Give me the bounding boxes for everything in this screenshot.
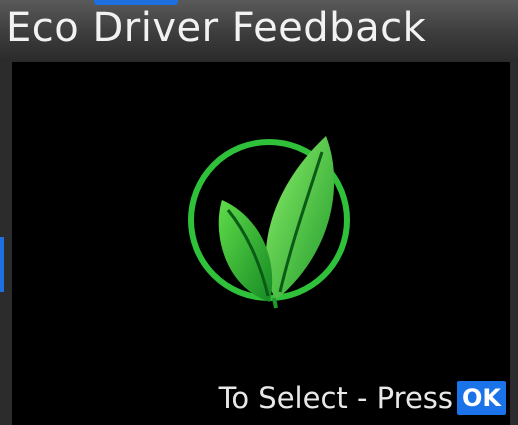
leaf-stem <box>272 297 278 309</box>
right-frame-border <box>510 62 518 425</box>
select-hint: To Select - Press OK <box>219 381 506 415</box>
title-bar: Eco Driver Feedback <box>0 0 518 62</box>
page-title: Eco Driver Feedback <box>6 5 427 51</box>
ok-button[interactable]: OK <box>457 381 506 415</box>
main-screen: To Select - Press OK <box>12 62 510 425</box>
select-hint-text: To Select - Press <box>218 381 453 415</box>
scroll-indicator <box>0 237 4 292</box>
eco-leaves-icon[interactable] <box>184 122 354 312</box>
left-frame-border <box>0 62 12 425</box>
